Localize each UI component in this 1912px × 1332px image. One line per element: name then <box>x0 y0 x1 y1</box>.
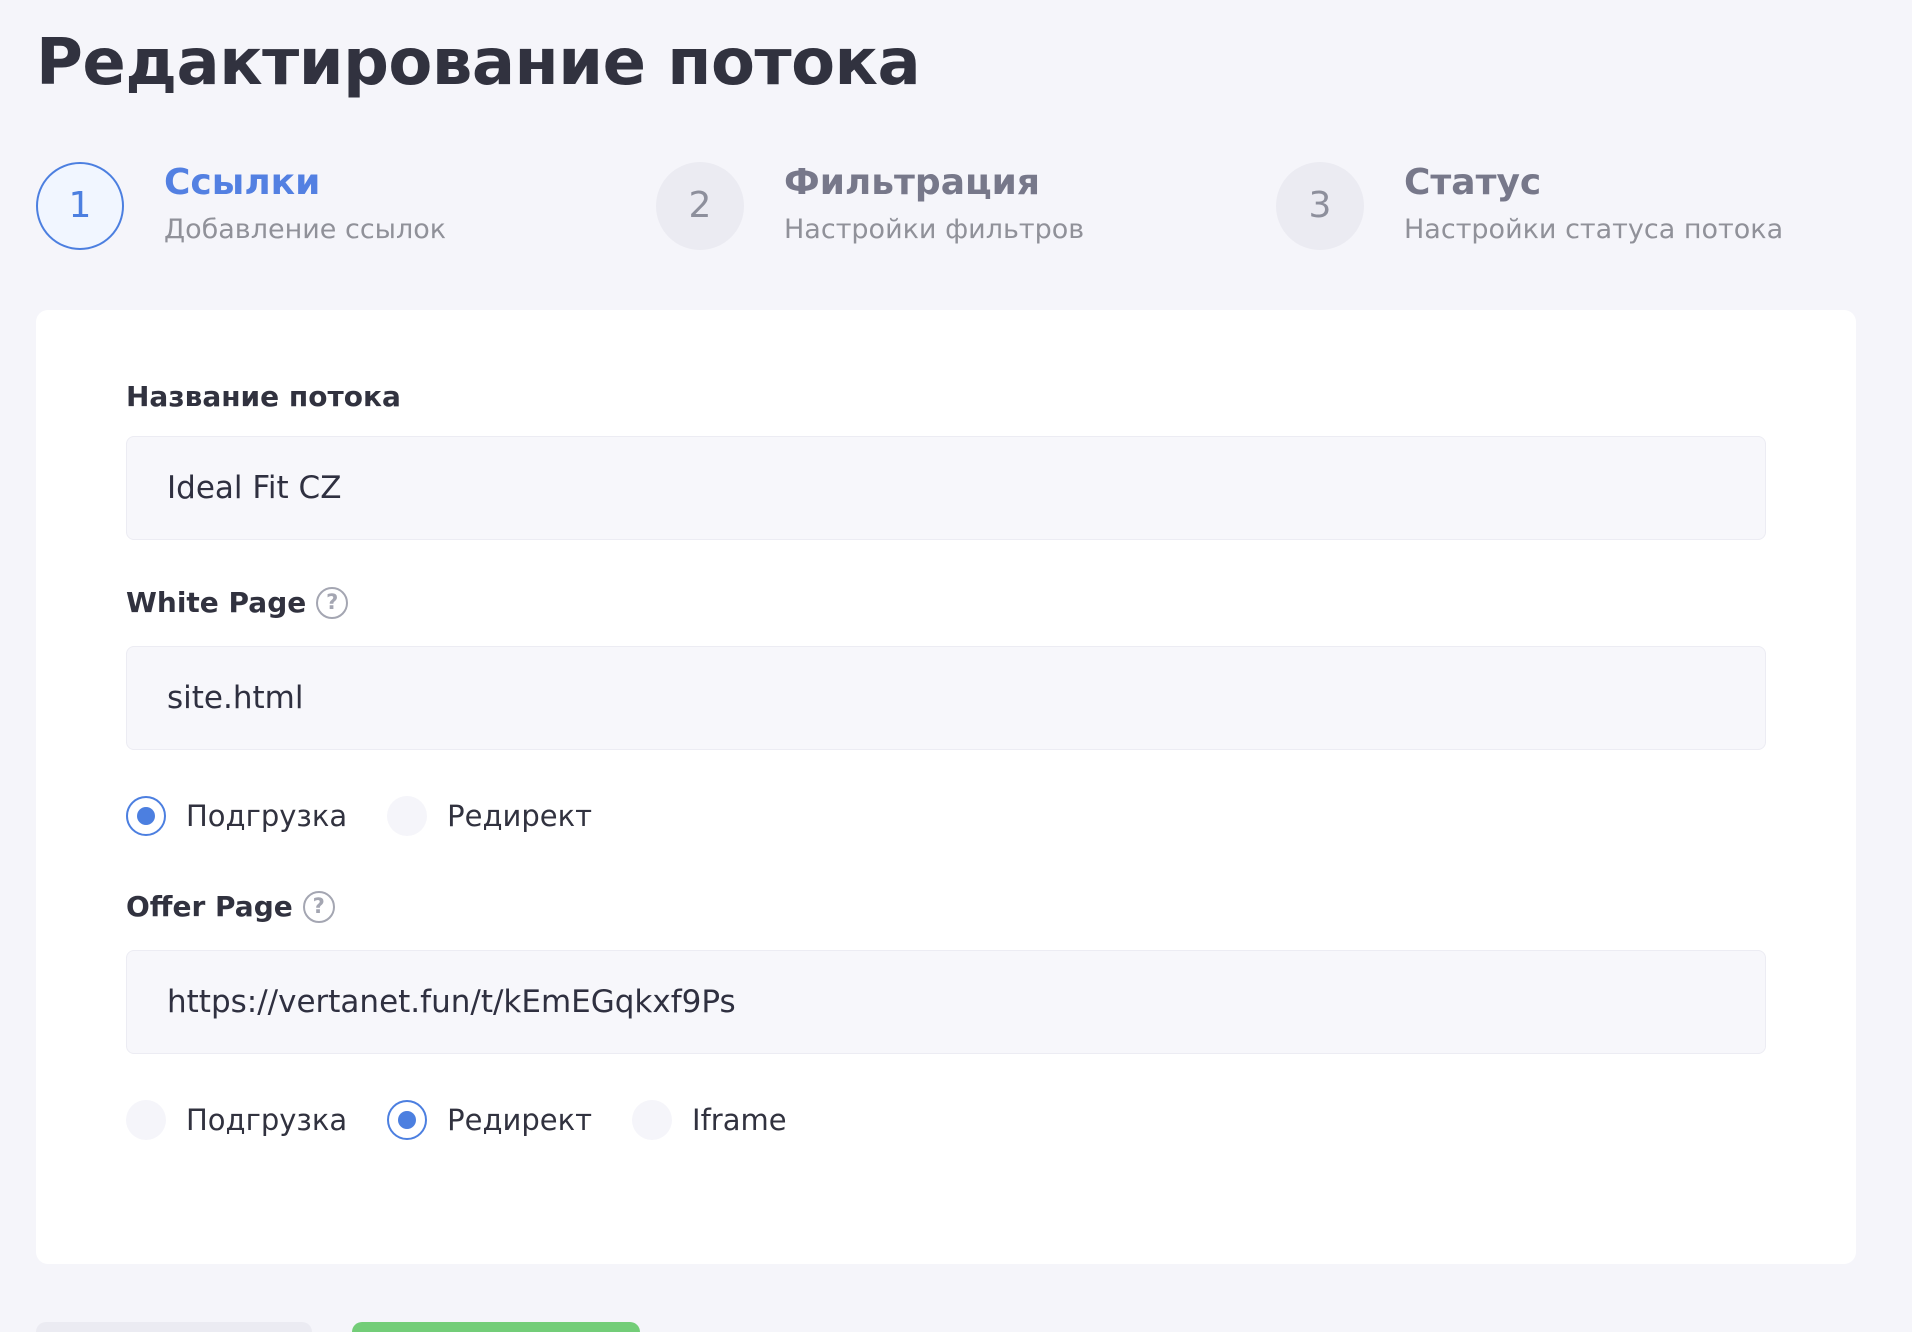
step-title: Ссылки <box>164 162 321 203</box>
white-page-radio-load[interactable]: Подгрузка <box>126 796 347 836</box>
offer-page-radio-load[interactable]: Подгрузка <box>126 1100 347 1140</box>
radio-button[interactable] <box>387 796 428 836</box>
white-page-radio-redirect[interactable]: Редирект <box>387 796 592 836</box>
next-button[interactable] <box>352 1322 640 1332</box>
stream-name-label: Название потока <box>126 380 401 413</box>
white-page-label: White Page ? <box>126 586 349 619</box>
offer-page-mode-radio-group: Подгрузка Редирект Iframe <box>126 1098 827 1142</box>
radio-label: Редирект <box>447 1103 593 1137</box>
offer-page-radio-redirect[interactable]: Редирект <box>387 1100 592 1140</box>
step-subtitle: Настройки фильтров <box>784 214 1085 245</box>
step-subtitle: Добавление ссылок <box>164 214 447 245</box>
stepper: 1 Ссылки Добавление ссылок 2 Фильтрация … <box>36 160 1856 252</box>
radio-label: Iframe <box>692 1103 787 1137</box>
stream-name-label-text: Название потока <box>126 380 401 413</box>
radio-button[interactable] <box>126 1100 166 1140</box>
back-button[interactable] <box>36 1322 312 1332</box>
radio-label: Редирект <box>447 799 593 833</box>
radio-button-checked[interactable] <box>387 1100 428 1140</box>
step-title: Статус <box>1404 162 1542 203</box>
radio-label: Подгрузка <box>186 1103 348 1137</box>
step-subtitle: Настройки статуса потока <box>1404 214 1784 245</box>
radio-label: Подгрузка <box>186 799 348 833</box>
step-number: 3 <box>1276 162 1364 250</box>
offer-page-label-text: Offer Page <box>126 890 293 923</box>
help-icon[interactable]: ? <box>302 890 335 923</box>
step-status[interactable]: 3 Статус Настройки статуса потока <box>1276 160 1856 252</box>
form-card: Название потока White Page ? Подгрузка Р… <box>36 310 1856 1264</box>
radio-button[interactable] <box>632 1100 673 1140</box>
step-title: Фильтрация <box>784 162 1041 203</box>
step-filtering[interactable]: 2 Фильтрация Настройки фильтров <box>656 160 1216 252</box>
white-page-input[interactable] <box>126 646 1766 750</box>
offer-page-radio-iframe[interactable]: Iframe <box>632 1100 787 1140</box>
white-page-mode-radio-group: Подгрузка Редирект <box>126 794 632 838</box>
step-links[interactable]: 1 Ссылки Добавление ссылок <box>36 160 596 252</box>
step-number: 2 <box>656 162 744 250</box>
page-title: Редактирование потока <box>36 26 921 100</box>
radio-button-checked[interactable] <box>126 796 166 836</box>
help-icon[interactable]: ? <box>316 586 349 619</box>
white-page-label-text: White Page <box>126 586 307 619</box>
offer-page-input[interactable] <box>126 950 1766 1054</box>
stream-name-input[interactable] <box>126 436 1766 540</box>
step-number: 1 <box>36 162 124 250</box>
offer-page-label: Offer Page ? <box>126 890 335 923</box>
page: Редактирование потока 1 Ссылки Добавлени… <box>0 0 1912 1332</box>
